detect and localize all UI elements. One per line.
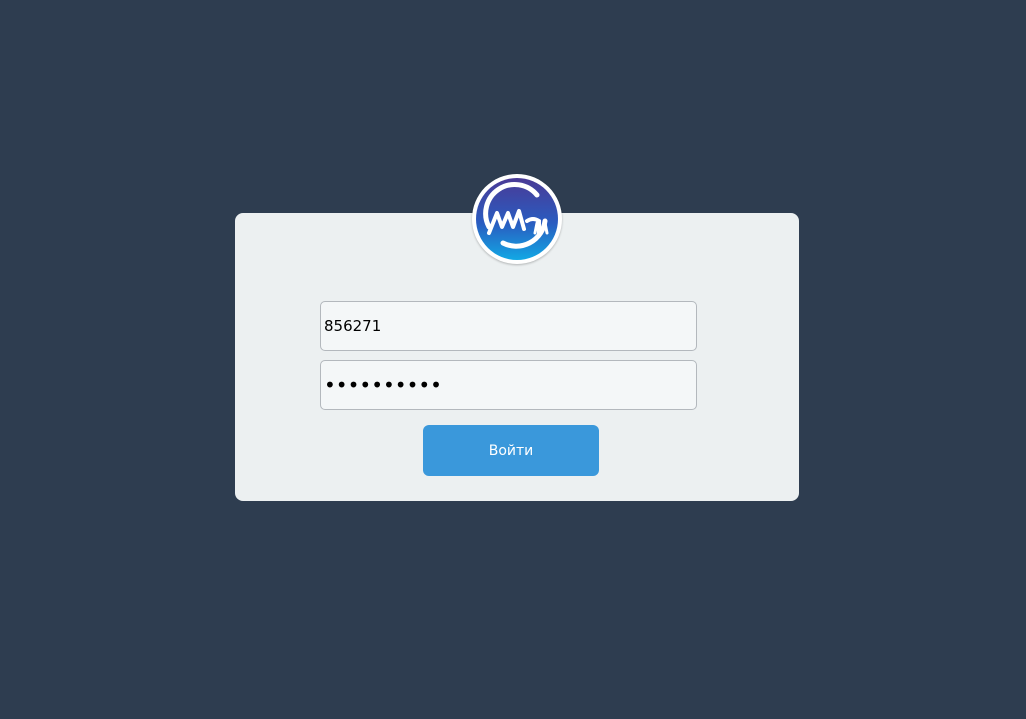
password-input[interactable]: [320, 360, 697, 410]
mm-logo-icon: [476, 178, 558, 260]
login-button[interactable]: Войти: [423, 425, 599, 476]
logo: [472, 174, 562, 264]
login-input[interactable]: [320, 301, 697, 351]
login-page: Войти: [0, 0, 1026, 719]
